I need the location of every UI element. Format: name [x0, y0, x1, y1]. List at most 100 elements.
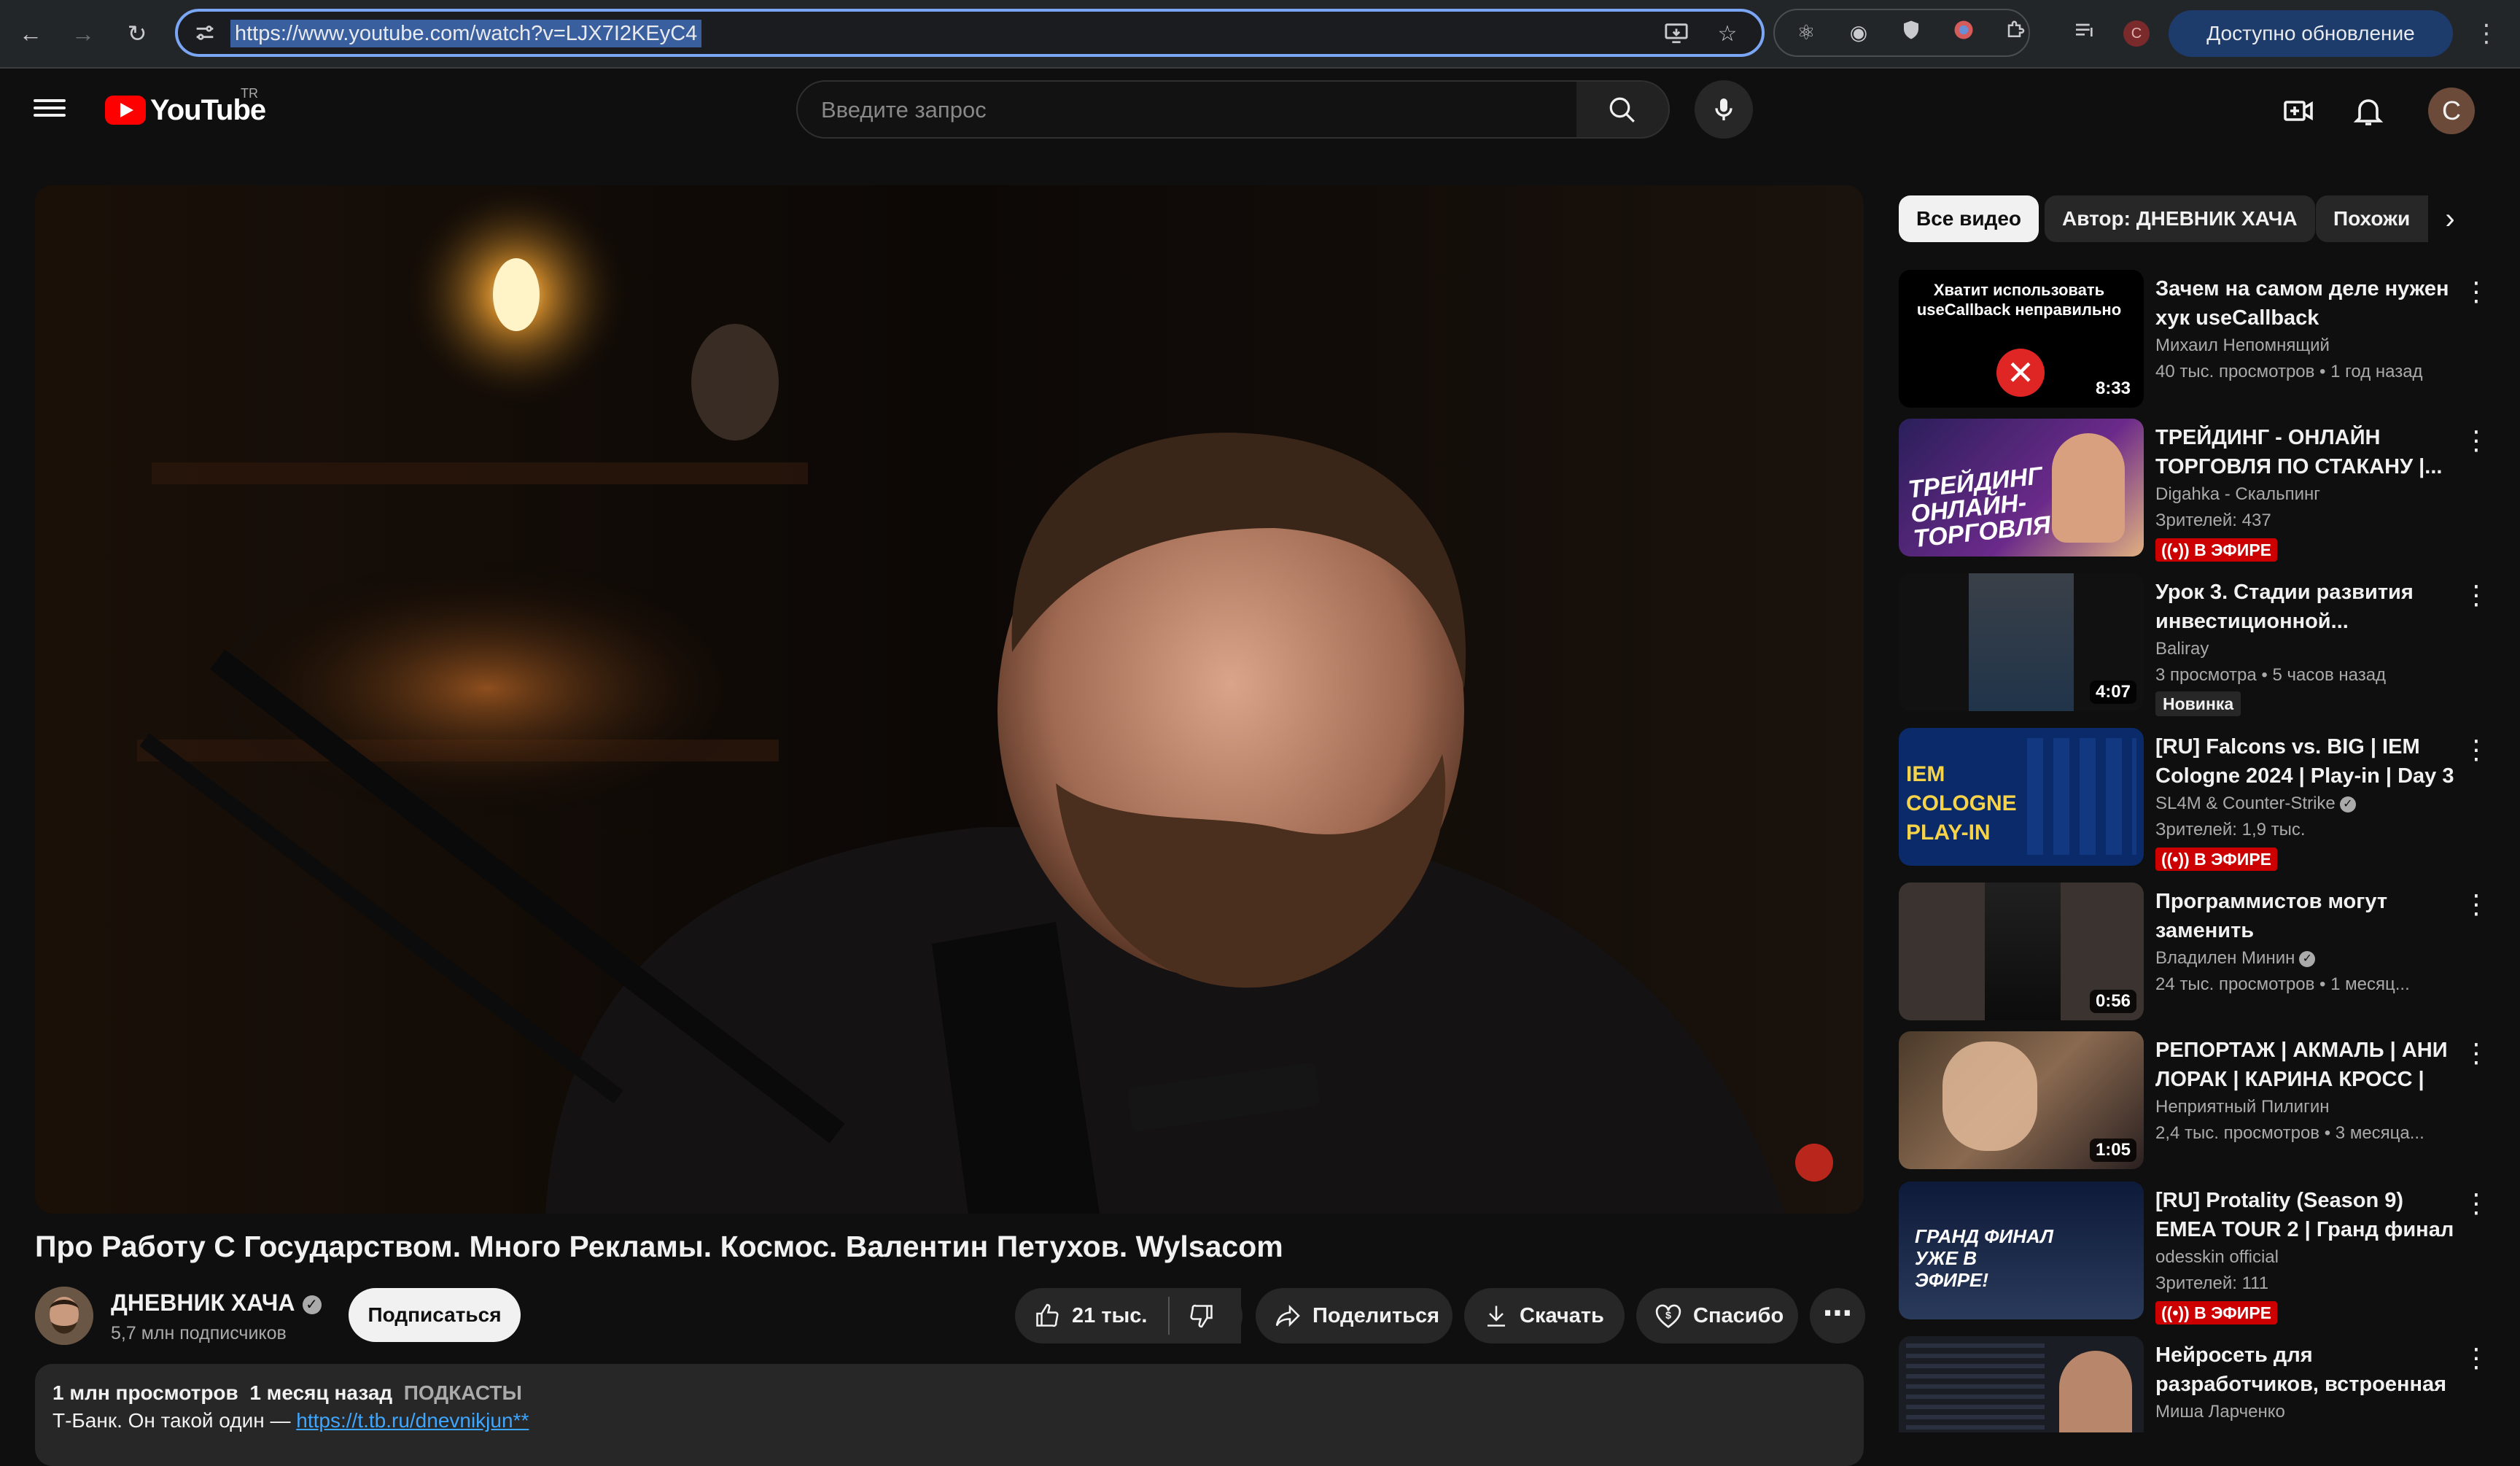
create-video-icon[interactable] [2281, 93, 2316, 128]
video-player[interactable] [35, 185, 1864, 1214]
country-code: TR [241, 86, 258, 101]
description-box[interactable]: 1 млн просмотров 1 месяц назад ПОДКАСТЫ … [35, 1364, 1864, 1466]
shield-extension-icon[interactable] [1897, 19, 1925, 47]
video-thumbnail[interactable]: 0:56 [1899, 883, 2144, 1020]
recommendation-title[interactable]: [RU] Protality (Season 9) EMEA TOUR 2 | … [2155, 1186, 2462, 1244]
video-thumbnail[interactable]: 1:05 [1899, 1031, 2144, 1169]
url-text[interactable]: https://www.youtube.com/watch?v=LJX7I2KE… [230, 20, 702, 47]
video-thumbnail[interactable]: ТРЕЙДИНГ ОНЛАЙН-ТОРГОВЛЯ [1899, 419, 2144, 556]
video-frame [35, 185, 1864, 1214]
more-actions-icon[interactable]: ⋯ [1810, 1288, 1865, 1343]
more-options-icon[interactable]: ⋮ [2462, 277, 2491, 314]
recommendation-channel[interactable]: Baliray [2155, 639, 2209, 659]
bookmark-star-icon[interactable]: ☆ [1714, 20, 1741, 48]
chrome-menu-icon[interactable]: ⋮ [2472, 16, 2501, 51]
video-thumbnail[interactable]: IEM COLOGNE PLAY-IN [1899, 728, 2144, 866]
youtube-logo[interactable]: YouTube TR [105, 86, 266, 127]
puzzle-extensions-icon[interactable] [2002, 19, 2030, 47]
live-badge-text: В ЭФИРЕ [2194, 850, 2271, 869]
thumbnail-person [1942, 1042, 2037, 1151]
channel-name-text[interactable]: ДНЕВНИК ХАЧА [111, 1289, 295, 1316]
thumbnail-caption: ГРАНД ФИНАЛ УЖЕ В ЭФИРЕ! [1915, 1225, 2053, 1291]
thanks-button[interactable]: $ Спасибо [1636, 1288, 1798, 1343]
notifications-bell-icon[interactable] [2351, 93, 2386, 128]
recommendation-item[interactable]: 4:07 Урок 3. Стадии развития инвестицион… [1899, 573, 2497, 716]
recommendation-item[interactable]: IEM COLOGNE PLAY-IN [RU] Falcons vs. BIG… [1899, 728, 2497, 871]
recommendation-meta: Зрителей: 1,9 тыс. [2155, 820, 2306, 839]
react-devtools-icon[interactable]: ⚛ [1792, 19, 1820, 47]
reading-list-icon[interactable] [2071, 19, 2099, 47]
recommendation-item[interactable]: 1:05 РЕПОРТАЖ | АКМАЛЬ | АНИ ЛОРАК | КАР… [1899, 1031, 2497, 1170]
forward-icon[interactable]: → [67, 18, 99, 50]
chevron-right-icon[interactable]: › [2428, 195, 2472, 242]
youtube-play-logo-icon [105, 96, 146, 125]
video-thumbnail[interactable] [1899, 1336, 2144, 1432]
chip-all-videos[interactable]: Все видео [1899, 195, 2039, 242]
back-icon[interactable]: ← [15, 18, 47, 50]
thumbnail-portrait [1969, 573, 2074, 711]
channel-avatar[interactable] [35, 1287, 93, 1345]
guide-menu-icon[interactable] [34, 95, 66, 124]
more-options-icon[interactable]: ⋮ [2462, 1189, 2491, 1225]
more-options-icon[interactable]: ⋮ [2462, 426, 2491, 462]
recommendation-channel[interactable]: SL4M & Counter-Strike ✓ [2155, 794, 2356, 814]
more-options-icon[interactable]: ⋮ [2462, 735, 2491, 772]
user-avatar[interactable]: C [2428, 88, 2475, 134]
video-thumbnail[interactable]: Хватит использовать useCallback неправил… [1899, 270, 2144, 408]
recommendation-channel[interactable]: Digahka - Скальпинг [2155, 484, 2320, 505]
recommendation-item[interactable]: Хватит использовать useCallback неправил… [1899, 270, 2497, 408]
recommendation-channel-text[interactable]: Владилен Минин [2155, 948, 2295, 968]
more-options-icon[interactable]: ⋮ [2462, 1343, 2491, 1380]
chip-author[interactable]: Автор: ДНЕВНИК ХАЧА [2045, 195, 2315, 242]
subscribe-button[interactable]: Подписаться [349, 1288, 521, 1342]
recommendation-meta: Зрителей: 111 [2155, 1273, 2269, 1293]
download-label: Скачать [1520, 1304, 1604, 1327]
search-button[interactable] [1576, 80, 1670, 139]
recommendation-channel[interactable]: Михаил Непомнящий [2155, 336, 2330, 356]
verified-badge-icon: ✓ [302, 1295, 322, 1314]
recommendation-title[interactable]: ТРЕЙДИНГ - ОНЛАЙН ТОРГОВЛЯ ПО СТАКАНУ |.… [2155, 423, 2462, 481]
video-thumbnail[interactable]: ГРАНД ФИНАЛ УЖЕ В ЭФИРЕ! [1899, 1182, 2144, 1319]
dislike-button[interactable] [1170, 1288, 1242, 1343]
more-options-icon[interactable]: ⋮ [2462, 581, 2491, 617]
record-extension-icon[interactable]: ◉ [1845, 19, 1872, 47]
heart-dollar-icon: $ [1655, 1304, 1681, 1328]
download-button[interactable]: Скачать [1464, 1288, 1625, 1343]
search-input[interactable] [820, 92, 1552, 128]
video-thumbnail[interactable]: 4:07 [1899, 573, 2144, 711]
recommendation-channel-text[interactable]: SL4M & Counter-Strike [2155, 794, 2336, 813]
color-extension-icon[interactable] [1950, 19, 1978, 47]
address-bar[interactable]: https://www.youtube.com/watch?v=LJX7I2KE… [175, 9, 1765, 57]
chrome-update-button[interactable]: Доступно обновление Chrome [2169, 10, 2453, 91]
recommendation-title[interactable]: РЕПОРТАЖ | АКМАЛЬ | АНИ ЛОРАК | КАРИНА К… [2155, 1036, 2462, 1094]
recommendation-title[interactable]: Программистов могут заменить [2155, 887, 2462, 945]
share-button[interactable]: Поделиться [1256, 1288, 1452, 1343]
recommendation-item[interactable]: Нейросеть для разработчиков, встроенная … [1899, 1336, 2497, 1432]
install-app-icon[interactable] [1662, 20, 1690, 48]
site-settings-icon[interactable] [192, 20, 217, 45]
recommendation-channel[interactable]: Неприятный Пилигин [2155, 1097, 2329, 1117]
more-options-icon[interactable]: ⋮ [2462, 1039, 2491, 1075]
share-arrow-icon [1275, 1304, 1300, 1327]
search-box[interactable] [796, 80, 1578, 139]
recommendation-item[interactable]: 0:56 Программистов могут заменить Владил… [1899, 883, 2497, 1021]
reload-icon[interactable]: ↻ [121, 18, 153, 50]
more-options-icon[interactable]: ⋮ [2462, 890, 2491, 926]
recommendation-title[interactable]: Зачем на самом деле нужен хук useCallbac… [2155, 274, 2462, 333]
description-link[interactable]: https://t.tb.ru/dnevnikjun** [296, 1409, 529, 1432]
voice-search-button[interactable] [1695, 80, 1753, 139]
channel-name[interactable]: ДНЕВНИК ХАЧА ✓ [111, 1289, 322, 1316]
view-count: 1 млн просмотров [52, 1381, 238, 1404]
recommendation-channel[interactable]: Владилен Минин ✓ [2155, 948, 2316, 969]
publish-date: 1 месяц назад [249, 1381, 393, 1404]
category-tag[interactable]: ПОДКАСТЫ [404, 1381, 522, 1404]
recommendation-title[interactable]: [RU] Falcons vs. BIG | IEM Cologne 2024 … [2155, 732, 2462, 791]
recommendation-item[interactable]: ТРЕЙДИНГ ОНЛАЙН-ТОРГОВЛЯ ТРЕЙДИНГ - ОНЛА… [1899, 419, 2497, 562]
recommendation-channel[interactable]: Миша Ларченко [2155, 1402, 2285, 1422]
recommendation-title[interactable]: Нейросеть для разработчиков, встроенная … [2155, 1341, 2462, 1399]
chrome-profile-avatar[interactable]: C [2123, 20, 2150, 47]
recommendation-item[interactable]: ГРАНД ФИНАЛ УЖЕ В ЭФИРЕ! [RU] Protality … [1899, 1182, 2497, 1325]
new-badge: Новинка [2155, 691, 2241, 716]
recommendation-title[interactable]: Урок 3. Стадии развития инвестиционной..… [2155, 578, 2462, 636]
recommendation-channel[interactable]: odesskin official [2155, 1247, 2279, 1268]
